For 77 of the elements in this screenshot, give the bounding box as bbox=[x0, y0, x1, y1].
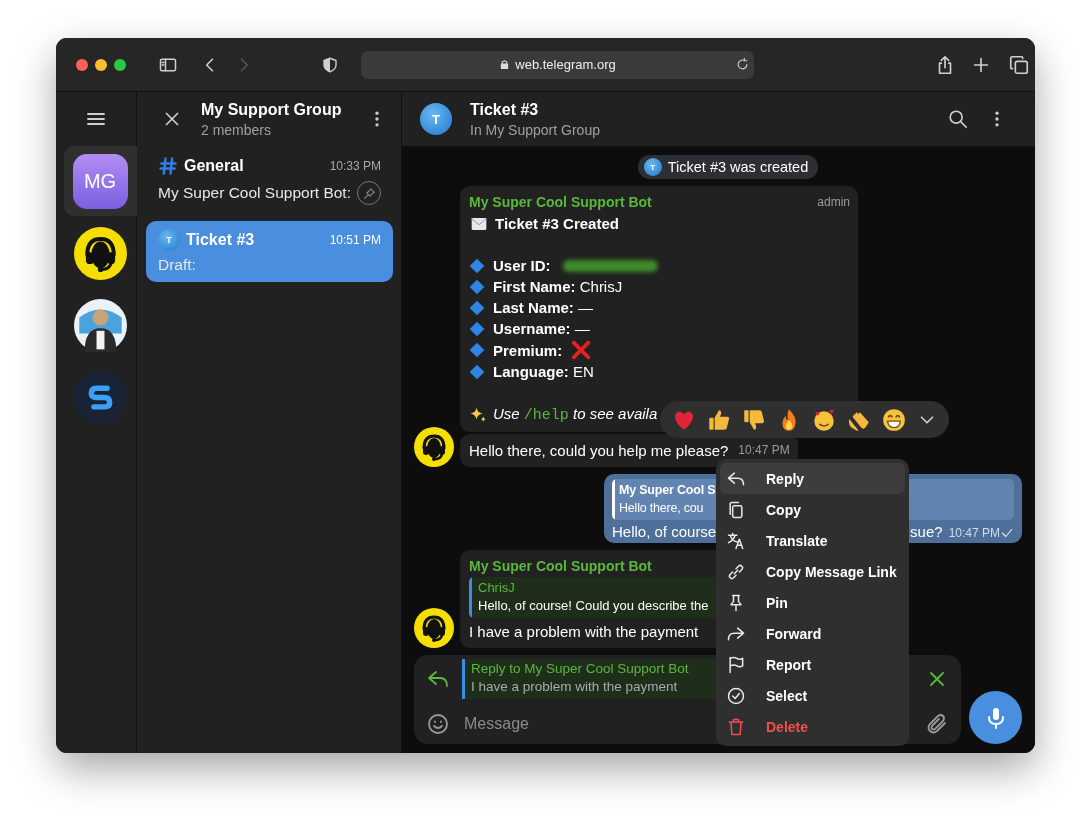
message-time: 10:47 PM bbox=[948, 526, 1000, 540]
menu-item[interactable]: Forward bbox=[720, 618, 905, 649]
chat-title: Ticket #3 bbox=[470, 100, 540, 119]
menu-item[interactable]: Reply bbox=[720, 463, 905, 494]
field-text: Username: — bbox=[493, 319, 590, 339]
admin-label: admin bbox=[817, 194, 850, 211]
close-window-button[interactable] bbox=[76, 58, 88, 71]
field-label: Premium: bbox=[493, 340, 563, 361]
menu-item[interactable]: Delete bbox=[720, 711, 905, 742]
message-time: 10:47 PM bbox=[738, 442, 790, 459]
headset-avatar bbox=[73, 226, 127, 280]
chat-subtitle: In My Support Group bbox=[470, 121, 601, 138]
menu-item[interactable]: Translate bbox=[720, 525, 905, 556]
zoom-window-button[interactable] bbox=[114, 58, 126, 71]
topic-icon: T bbox=[643, 158, 662, 176]
chat-time: 10:51 PM bbox=[329, 233, 381, 247]
copy-icon bbox=[726, 499, 746, 520]
chat-name: General bbox=[184, 157, 245, 175]
member-count: 2 members bbox=[201, 121, 273, 138]
flag-icon bbox=[726, 654, 746, 675]
field-label: User ID: bbox=[493, 256, 551, 276]
emoji-icon[interactable] bbox=[426, 711, 450, 736]
check-circle-icon bbox=[726, 685, 746, 706]
sparkles-icon bbox=[469, 405, 487, 424]
logo-avatar bbox=[73, 370, 127, 424]
envelope-icon bbox=[469, 215, 489, 232]
pushpin-icon bbox=[362, 186, 376, 200]
field-text: Language: EN bbox=[493, 362, 594, 382]
service-text: Ticket #3 was created bbox=[667, 159, 809, 175]
diamond-icon bbox=[469, 320, 485, 337]
quote-sender: My Super Cool S bbox=[619, 482, 716, 499]
trash-icon bbox=[726, 716, 746, 737]
quote-sender: ChrisJ bbox=[478, 579, 515, 597]
menu-item[interactable]: Copy bbox=[720, 494, 905, 525]
sender-avatar bbox=[414, 427, 454, 467]
cross-icon bbox=[570, 339, 593, 361]
diamond-icon bbox=[469, 278, 485, 295]
field-text: Last Name: — bbox=[493, 298, 594, 318]
menu-item[interactable]: Pin bbox=[720, 587, 905, 618]
voice-button[interactable] bbox=[969, 691, 1022, 744]
reload-icon[interactable] bbox=[735, 56, 750, 72]
search-icon[interactable] bbox=[947, 108, 969, 130]
lock-icon bbox=[499, 59, 511, 70]
grinning-face-icon[interactable] bbox=[881, 406, 908, 433]
minimize-window-button[interactable] bbox=[95, 58, 107, 71]
hash-icon bbox=[158, 156, 178, 176]
shield-icon[interactable] bbox=[321, 55, 339, 74]
sender-name: My Super Cool Support Bot bbox=[469, 557, 652, 576]
quote-text: Hello there, cou bbox=[619, 500, 704, 517]
sender-avatar bbox=[414, 608, 454, 648]
diamond-icon bbox=[469, 342, 485, 358]
chat-preview: My Super Cool Support Bot: bbox=[158, 184, 351, 202]
sender-name: My Super Cool Support Bot bbox=[469, 193, 652, 212]
message-text: sue? bbox=[910, 523, 943, 540]
diamond-icon bbox=[469, 299, 485, 316]
chat-name: Ticket #3 bbox=[186, 231, 256, 249]
address-bar[interactable]: web.telegram.org bbox=[361, 50, 754, 79]
message-text: I have a problem with the payment bbox=[469, 622, 699, 642]
card-title: Ticket #3 Created bbox=[495, 214, 619, 234]
chat-preview: Draft: bbox=[158, 256, 197, 274]
chat-avatar: T bbox=[420, 103, 452, 135]
translate-icon bbox=[726, 530, 746, 551]
diamond-icon bbox=[469, 363, 485, 380]
chat-item[interactable]: General 10:33 PM My Super Cool Support Bot: bbox=[146, 148, 393, 213]
tabs-overview-icon[interactable] bbox=[1008, 53, 1030, 76]
topic-icon: T bbox=[158, 229, 180, 251]
chat-time: 10:33 PM bbox=[329, 159, 381, 173]
menu-item[interactable]: Copy Message Link bbox=[720, 556, 905, 587]
field-text: First Name: ChrisJ bbox=[493, 277, 623, 297]
diamond-icon bbox=[469, 257, 485, 274]
attach-icon[interactable] bbox=[925, 711, 949, 736]
group-avatar: MG bbox=[72, 153, 128, 209]
quote-text: Hello, of course! Could you describe the bbox=[478, 597, 709, 615]
message-text: Hello there, could you help me please? bbox=[469, 441, 729, 461]
hint-text: Use /help to see availa bbox=[493, 404, 658, 426]
group-title: My Support Group bbox=[201, 100, 343, 119]
message-text: Hello, of course bbox=[612, 523, 717, 540]
